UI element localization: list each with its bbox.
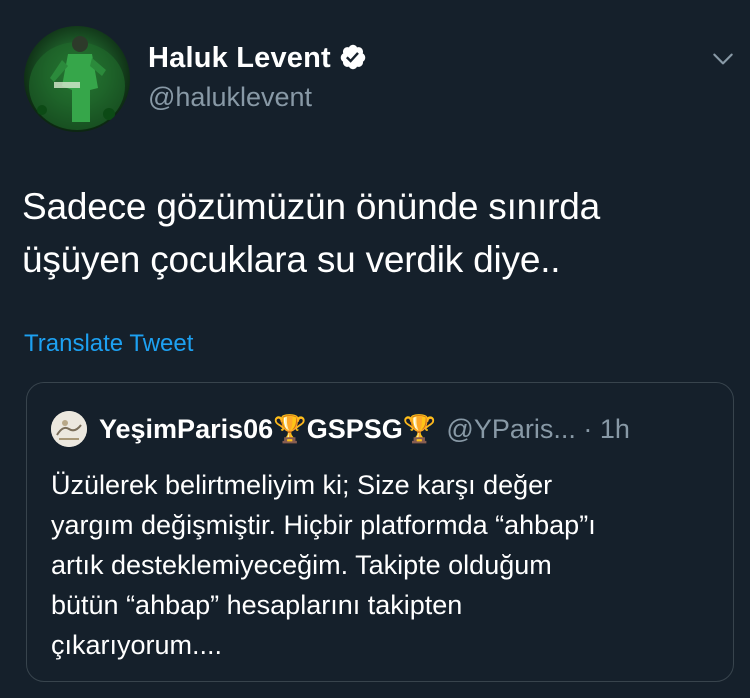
quoted-text-line: çıkarıyorum....: [51, 630, 223, 660]
quoted-tweet-card[interactable]: YeşimParis06🏆GSPSG🏆 @YParis... · 1h Üzüle…: [26, 382, 734, 682]
quoted-author-name[interactable]: YeşimParis06🏆GSPSG🏆: [99, 414, 436, 444]
quoted-text-line: artık desteklemiyeceğim. Takipte olduğum: [51, 550, 552, 580]
author-name-row[interactable]: Haluk Levent: [148, 42, 367, 75]
quoted-text-line: bütün “ahbap” hesaplarını takipten: [51, 590, 463, 620]
quoted-avatar-photo: [51, 411, 87, 447]
tweet-text: Sadece gözümüzün önünde sınırda üşüyen ç…: [22, 180, 722, 286]
author-handle[interactable]: @haluklevent: [148, 82, 312, 113]
quoted-text-line: yargım değişmiştir. Hiçbir platformda “a…: [51, 510, 596, 540]
chevron-down-icon[interactable]: [710, 46, 736, 72]
tweet-text-line: üşüyen çocuklara su verdik diye..: [22, 239, 561, 280]
quoted-tweet-time[interactable]: · 1h: [576, 414, 630, 444]
author-avatar[interactable]: [24, 26, 130, 132]
quoted-author-avatar[interactable]: [51, 411, 87, 447]
verified-badge-icon: [340, 44, 366, 70]
quoted-tweet-header: YeşimParis06🏆GSPSG🏆 @YParis... · 1h: [99, 413, 630, 445]
translate-tweet-link[interactable]: Translate Tweet: [24, 330, 193, 358]
avatar-photo: [29, 36, 125, 130]
tweet: Haluk Levent @haluklevent Sadece gözümüz…: [0, 0, 750, 698]
quoted-author-handle[interactable]: @YParis...: [446, 414, 575, 444]
quoted-text-line: Üzülerek belirtmeliyim ki; Size karşı de…: [51, 470, 553, 500]
tweet-text-line: Sadece gözümüzün önünde sınırda: [22, 186, 600, 227]
author-display-name[interactable]: Haluk Levent: [148, 42, 331, 74]
quoted-tweet-text: Üzülerek belirtmeliyim ki; Size karşı de…: [51, 465, 721, 665]
